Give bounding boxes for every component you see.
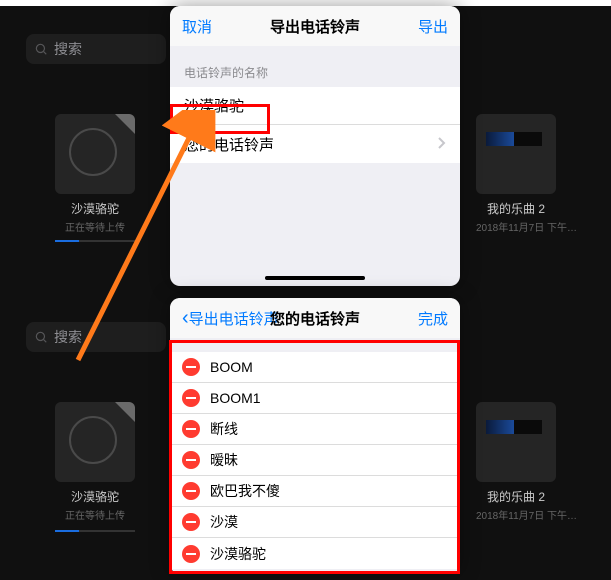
ringtone-item-label: 欧巴我不傻 [210,481,446,501]
done-button[interactable]: 完成 [418,308,448,329]
chevron-left-icon: ‹ [182,308,189,328]
project-thumb-song-icon [476,114,556,194]
list-item[interactable]: 沙漠骆驼 [170,538,460,569]
upload-progress [55,240,135,242]
sheet-title: 导出电话铃声 [170,16,460,37]
search-placeholder: 搜索 [54,39,82,59]
list-item[interactable]: 暧昧 [170,445,460,476]
project-thumb-song-icon [476,402,556,482]
list-item[interactable]: BOOM [170,352,460,383]
back-label: 导出电话铃声 [189,308,279,329]
delete-icon[interactable] [182,513,200,531]
search-placeholder: 搜索 [54,327,82,347]
project-subtitle: 正在等待上传 [55,219,135,234]
project-name: 我的乐曲 2 [476,200,556,217]
project-name: 沙漠骆驼 [55,488,135,505]
ringtone-item-label: BOOM [210,359,446,375]
search-input[interactable]: 搜索 [26,34,166,64]
search-input[interactable]: 搜索 [26,322,166,352]
ringtone-item-label: 暧昧 [210,450,446,470]
delete-icon[interactable] [182,451,200,469]
project-thumb-guitar-icon [55,402,135,482]
ringtone-name-group: 沙漠骆驼 您的电话铃声 [170,87,460,163]
export-ringtone-sheet: 取消 导出电话铃声 导出 电话铃声的名称 沙漠骆驼 您的电话铃声 [170,6,460,286]
delete-icon[interactable] [182,420,200,438]
ringtone-list: BOOM BOOM1 断线 暧昧 欧巴我不傻 沙漠 沙漠骆驼 [170,352,460,569]
your-ringtones-row[interactable]: 您的电话铃声 [170,125,460,163]
upload-progress [55,530,135,532]
project-subtitle: 2018年11月7日 下午… [476,507,556,522]
back-button[interactable]: ‹ 导出电话铃声 [182,308,279,329]
list-item[interactable]: 沙漠 [170,507,460,538]
delete-icon[interactable] [182,545,200,563]
search-icon [34,330,48,344]
sheet-header: 取消 导出电话铃声 导出 [170,6,460,46]
delete-icon[interactable] [182,358,200,376]
chevron-right-icon [438,136,446,153]
ringtone-item-label: BOOM1 [210,390,446,406]
project-subtitle: 2018年11月7日 下午… [476,219,556,234]
list-item[interactable]: BOOM1 [170,383,460,414]
sheet-header: ‹ 导出电话铃声 您的电话铃声 完成 [170,298,460,338]
ringtone-name-field[interactable]: 沙漠骆驼 [170,87,460,125]
project-name: 我的乐曲 2 [476,488,556,505]
search-icon [34,42,48,56]
ringtone-item-label: 沙漠骆驼 [210,544,446,564]
project-tile[interactable]: 沙漠骆驼 正在等待上传 [55,114,135,234]
project-tile[interactable]: 我的乐曲 2 2018年11月7日 下午… [476,402,556,522]
ringtone-item-label: 断线 [210,419,446,439]
list-item[interactable]: 断线 [170,414,460,445]
ringtone-name-value: 沙漠骆驼 [184,95,446,116]
project-name: 沙漠骆驼 [55,200,135,217]
delete-icon[interactable] [182,482,200,500]
export-button[interactable]: 导出 [418,16,448,37]
section-label: 电话铃声的名称 [170,46,460,87]
delete-icon[interactable] [182,389,200,407]
project-tile[interactable]: 沙漠骆驼 正在等待上传 [55,402,135,522]
home-indicator [265,276,365,280]
cancel-button[interactable]: 取消 [182,16,212,37]
project-subtitle: 正在等待上传 [55,507,135,522]
ringtone-item-label: 沙漠 [210,512,446,532]
project-tile[interactable]: 我的乐曲 2 2018年11月7日 下午… [476,114,556,234]
your-ringtones-sheet: ‹ 导出电话铃声 您的电话铃声 完成 BOOM BOOM1 断线 暧昧 欧巴我不… [170,298,460,574]
list-item[interactable]: 欧巴我不傻 [170,476,460,507]
project-thumb-guitar-icon [55,114,135,194]
your-ringtones-label: 您的电话铃声 [184,134,438,155]
